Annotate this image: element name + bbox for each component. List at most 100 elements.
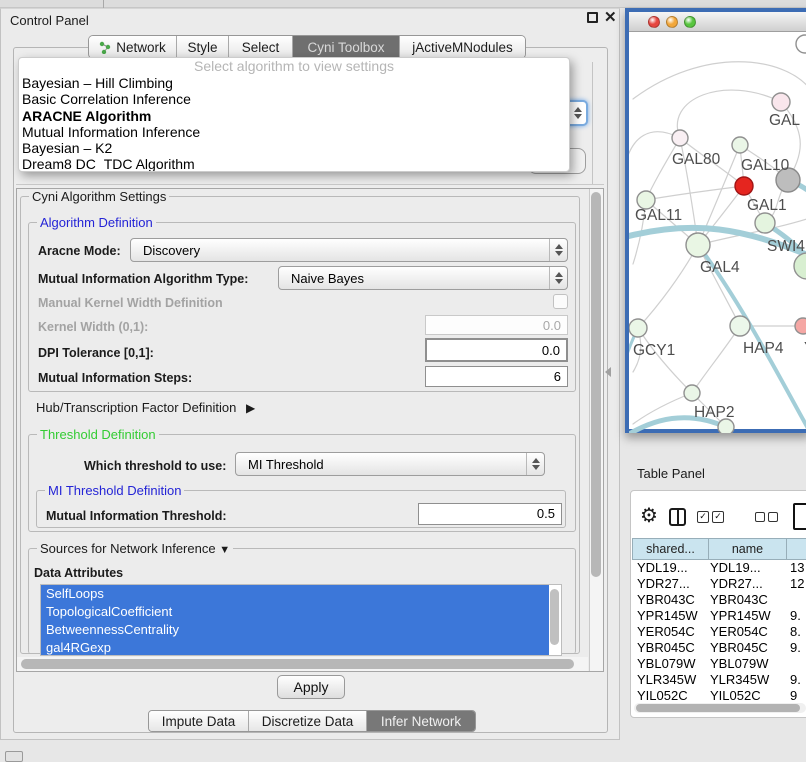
tab-select[interactable]: Select bbox=[229, 36, 293, 58]
horizontal-scrollbar-thumb[interactable] bbox=[21, 659, 574, 669]
network-node[interactable] bbox=[684, 385, 700, 401]
close-icon[interactable]: ✕ bbox=[604, 8, 617, 26]
combobox-value: Discovery bbox=[131, 243, 549, 258]
app-toolbar-strip bbox=[0, 0, 806, 8]
list-scrollbar-thumb[interactable] bbox=[550, 589, 559, 645]
select-all-checkbox-icon-2[interactable]: ✓ bbox=[712, 511, 724, 523]
bottom-tab-infer-network[interactable]: Infer Network bbox=[367, 711, 475, 731]
apply-button[interactable]: Apply bbox=[277, 675, 345, 699]
sources-title-label: Sources for Network Inference bbox=[40, 541, 216, 556]
mac-minimize-icon[interactable] bbox=[666, 16, 678, 28]
table-cell: YPR145W bbox=[637, 608, 698, 623]
network-node[interactable] bbox=[629, 319, 647, 337]
network-node[interactable] bbox=[794, 253, 806, 279]
node-label-gal4: GAL4 bbox=[700, 259, 740, 276]
dropdown-item-mutual-information-inference[interactable]: Mutual Information Inference bbox=[19, 124, 569, 140]
hub-definition-toggle[interactable]: Hub/Transcription Factor Definition ▶ bbox=[36, 400, 255, 415]
mi-threshold-field[interactable]: 0.5 bbox=[418, 503, 562, 525]
deselect-all-checkbox-icon-2[interactable] bbox=[768, 512, 778, 522]
bottom-tab-impute-data[interactable]: Impute Data bbox=[149, 711, 249, 731]
kernel-width-field[interactable]: 0.0 bbox=[425, 315, 568, 335]
table-row[interactable]: YDR27...YDR27...12 bbox=[632, 576, 806, 592]
network-edge bbox=[646, 138, 680, 200]
column-header-name[interactable]: name bbox=[708, 538, 786, 560]
network-node[interactable] bbox=[718, 419, 734, 433]
table-horizontal-scrollbar[interactable] bbox=[634, 703, 806, 713]
vertical-scrollbar-thumb[interactable] bbox=[591, 192, 601, 577]
table-cell: 9. bbox=[790, 640, 801, 655]
dropdown-item-bayesian-k2[interactable]: Bayesian – K2 bbox=[19, 140, 569, 156]
algorithm-dropdown-popup: Select algorithm to view settings Bayesi… bbox=[18, 57, 570, 172]
table-row[interactable]: YLR345WYLR345W9. bbox=[632, 672, 806, 688]
tab-jactivemnodules[interactable]: jActiveMNodules bbox=[400, 36, 525, 58]
panel-resize-handle[interactable] bbox=[605, 367, 611, 377]
manual-kernel-width-label: Manual Kernel Width Definition bbox=[38, 296, 223, 310]
network-node[interactable] bbox=[735, 177, 753, 195]
manual-kernel-width-checkbox[interactable] bbox=[553, 294, 568, 309]
mi-algorithm-type-combobox[interactable]: Naive Bayes bbox=[278, 266, 568, 290]
table-row[interactable]: YBR045CYBR045C9. bbox=[632, 640, 806, 656]
group-title: Threshold Definition bbox=[37, 427, 159, 442]
dropdown-item-basic-correlation-inference[interactable]: Basic Correlation Inference bbox=[19, 91, 569, 107]
dropdown-item-dream8-dc-tdc-algorithm[interactable]: Dream8 DC_TDC Algorithm bbox=[19, 156, 569, 172]
table-row[interactable]: YIL052CYIL052C9 bbox=[632, 688, 806, 700]
table-row[interactable]: YER054CYER054C8. bbox=[632, 624, 806, 640]
table-cell: 8. bbox=[790, 624, 801, 639]
bottom-tab-discretize-data[interactable]: Discretize Data bbox=[249, 711, 367, 731]
tab-cyni-toolbox[interactable]: Cyni Toolbox bbox=[293, 36, 400, 58]
mac-close-icon[interactable] bbox=[648, 16, 660, 28]
table-cell: YLR345W bbox=[710, 672, 769, 687]
network-node[interactable] bbox=[672, 130, 688, 146]
gear-icon[interactable]: ⚙ bbox=[640, 506, 658, 526]
tab-label: Impute Data bbox=[162, 714, 236, 729]
mac-zoom-icon[interactable] bbox=[684, 16, 696, 28]
hidden-groupbox-border bbox=[592, 62, 593, 184]
network-node[interactable] bbox=[772, 93, 790, 111]
attribute-item-gal4rgexp[interactable]: gal4RGexp bbox=[41, 639, 549, 656]
network-edge bbox=[646, 186, 744, 200]
columns-icon[interactable] bbox=[669, 508, 686, 526]
minimized-panel-icon[interactable] bbox=[5, 751, 23, 762]
network-node[interactable] bbox=[686, 233, 710, 257]
float-window-icon[interactable] bbox=[587, 12, 598, 23]
table-cell: YBR045C bbox=[710, 640, 768, 655]
network-icon bbox=[99, 41, 111, 54]
network-node[interactable] bbox=[732, 137, 748, 153]
data-attributes-label: Data Attributes bbox=[34, 566, 123, 580]
sources-group-title[interactable]: Sources for Network Inference ▼ bbox=[37, 541, 233, 556]
column-header-a[interactable]: A bbox=[786, 538, 806, 560]
mi-steps-field[interactable]: 6 bbox=[425, 366, 568, 387]
aracne-mode-combobox[interactable]: Discovery bbox=[130, 238, 568, 262]
document-icon[interactable] bbox=[793, 503, 806, 530]
table-row[interactable]: YBL079WYBL079W bbox=[632, 656, 806, 672]
tab-style[interactable]: Style bbox=[177, 36, 229, 58]
attribute-item-topologicalcoefficient[interactable]: TopologicalCoefficient bbox=[41, 603, 549, 621]
table-row[interactable]: YPR145WYPR145W9. bbox=[632, 608, 806, 624]
dropdown-item-bayesian-hill-climbing[interactable]: Bayesian – Hill Climbing bbox=[19, 75, 569, 91]
node-label-hap4: HAP4 bbox=[743, 340, 784, 357]
dropdown-prompt: Select algorithm to view settings bbox=[19, 58, 569, 75]
control-panel-title: Control Panel bbox=[10, 13, 89, 28]
attribute-item-betweennesscentrality[interactable]: BetweennessCentrality bbox=[41, 621, 549, 639]
attribute-item-selfloops[interactable]: SelfLoops bbox=[41, 585, 549, 603]
which-threshold-combobox[interactable]: MI Threshold bbox=[235, 452, 545, 476]
table-hscroll-thumb[interactable] bbox=[636, 704, 800, 712]
deselect-all-checkbox-icon[interactable] bbox=[755, 512, 765, 522]
table-row[interactable]: YBR043CYBR043C bbox=[632, 592, 806, 608]
network-edge bbox=[698, 245, 740, 326]
tab-network[interactable]: Network bbox=[89, 36, 177, 58]
network-canvas[interactable]: GALGAL80GAL10GAL11GAL1SWI4GAL4GCY1HAP4YH… bbox=[629, 33, 806, 433]
dropdown-item-aracne-algorithm[interactable]: ARACNE Algorithm bbox=[19, 108, 569, 124]
node-label-hap2: HAP2 bbox=[694, 404, 735, 421]
network-node[interactable] bbox=[755, 213, 775, 233]
select-all-checkbox-icon[interactable]: ✓ bbox=[697, 511, 709, 523]
table-cell: YER054C bbox=[710, 624, 768, 639]
table-row[interactable]: YDL19...YDL19...13 bbox=[632, 560, 806, 576]
list-scrollbar-track[interactable] bbox=[550, 589, 559, 651]
network-node[interactable] bbox=[730, 316, 750, 336]
network-node[interactable] bbox=[796, 35, 806, 53]
network-node[interactable] bbox=[795, 318, 806, 334]
dpi-tolerance-field[interactable]: 0.0 bbox=[425, 338, 568, 362]
column-header-shared[interactable]: shared... bbox=[632, 538, 708, 560]
network-window-titlebar[interactable] bbox=[629, 12, 806, 32]
